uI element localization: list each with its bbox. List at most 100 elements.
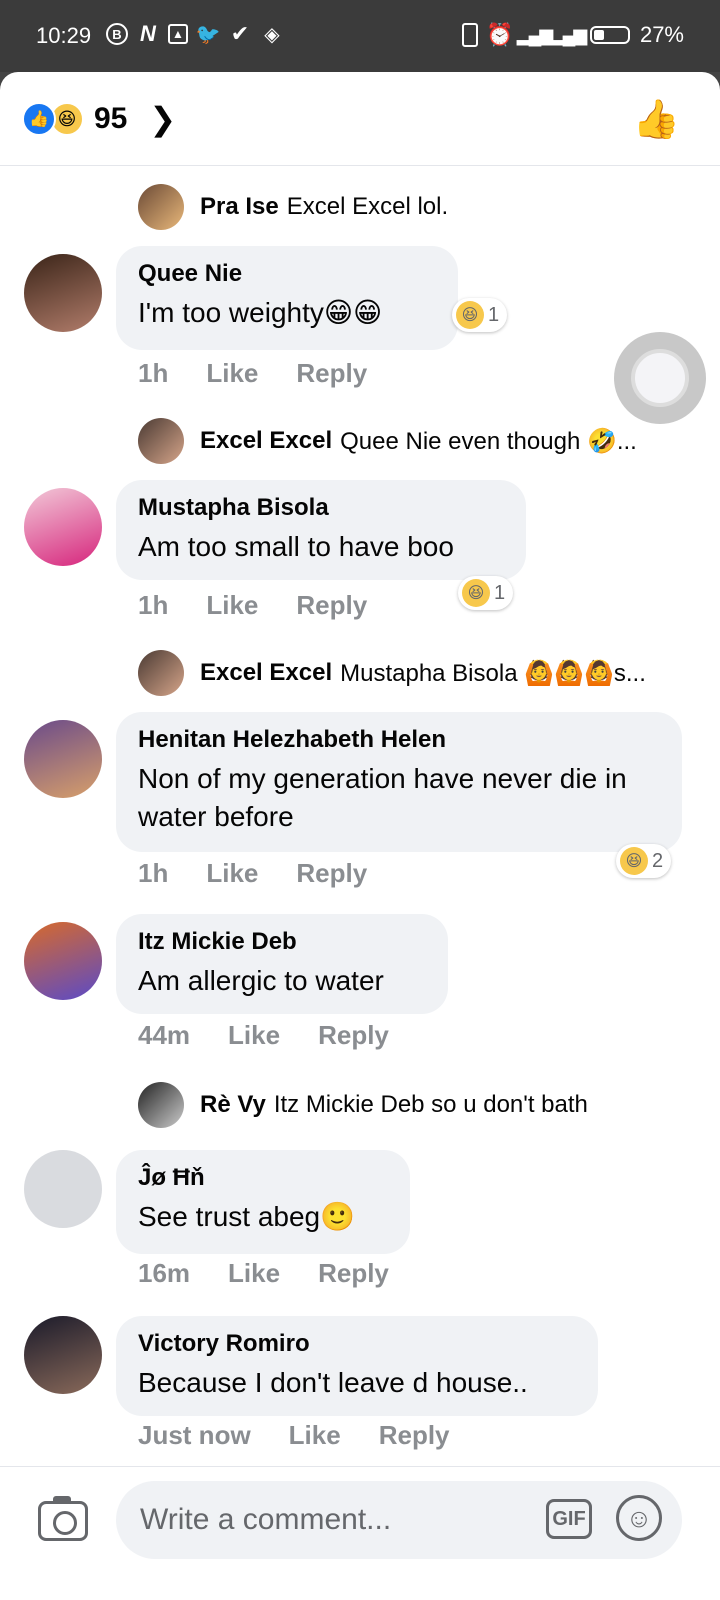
- reply-button[interactable]: Reply: [296, 590, 367, 621]
- avatar[interactable]: [24, 488, 102, 566]
- avatar: [138, 1082, 184, 1128]
- comment-actions: 1h Like Reply: [138, 858, 367, 889]
- avatar[interactable]: [24, 1316, 102, 1394]
- comment-time: Just now: [138, 1420, 251, 1450]
- like-button[interactable]: Like: [206, 358, 258, 389]
- system-icons: ⏰ ▂▄▆ ▂▄▆ 27%: [461, 22, 684, 48]
- reply-author: Rè Vy: [200, 1091, 266, 1118]
- alarm-icon: ⏰: [486, 22, 514, 47]
- comment-time: 44m: [138, 1020, 191, 1050]
- battery-percent: 27%: [639, 22, 684, 47]
- comment-author[interactable]: Itz Mickie Deb: [138, 928, 426, 956]
- avatar[interactable]: [24, 1150, 102, 1228]
- comment-time: 1h: [138, 858, 169, 888]
- reply-preview[interactable]: Rè Vy Itz Mickie Deb so u don't bath: [138, 1082, 698, 1128]
- haha-icon: 😆: [462, 579, 490, 607]
- image-icon: ▲: [168, 24, 188, 44]
- reply-author: Excel Excel: [200, 659, 333, 686]
- like-icon: 👍: [22, 102, 56, 136]
- reply-preview[interactable]: Excel Excel Mustapha Bisola 🙆🙆🙆s...: [138, 650, 698, 696]
- vibrate-icon: [461, 23, 478, 47]
- comment-bubble[interactable]: Mustapha Bisola Am too small to have boo: [116, 480, 526, 580]
- check-icon: ✔: [230, 21, 250, 46]
- comment-actions: 1h Like Reply: [138, 358, 367, 389]
- reply-text: Excel Excel lol.: [286, 193, 449, 220]
- comment-author[interactable]: Victory Romiro: [138, 1330, 576, 1358]
- floating-assistive-button[interactable]: [614, 332, 706, 424]
- comments-sheet: 👍 😆 95 ❯ 👍 Pra Ise Excel Excel lol. Quee…: [0, 72, 720, 1600]
- avatar: [138, 184, 184, 230]
- reaction-count: 2: [652, 849, 664, 872]
- reaction-count: 95: [94, 102, 128, 135]
- comment-actions: 1h Like Reply: [138, 590, 367, 621]
- camera-icon[interactable]: [38, 1496, 88, 1541]
- comment-reactions[interactable]: 😆 1: [458, 576, 514, 610]
- twitter-icon: 🐦: [195, 23, 221, 46]
- comment-time: 16m: [138, 1258, 191, 1288]
- clock: 10:29: [36, 23, 92, 48]
- reply-preview[interactable]: Excel Excel Quee Nie even though 🤣...: [138, 418, 698, 464]
- signal-icon: ▂▄▆: [516, 24, 553, 45]
- layers-icon: ◈: [264, 23, 280, 46]
- like-button[interactable]: Like: [289, 1420, 341, 1451]
- reply-button[interactable]: Reply: [296, 858, 367, 889]
- comment-text: Because I don't leave d house..: [138, 1367, 528, 1398]
- reply-button[interactable]: Reply: [318, 1020, 389, 1051]
- like-button[interactable]: Like: [206, 590, 258, 621]
- avatar: [138, 418, 184, 464]
- comment-actions: 16m Like Reply: [138, 1258, 389, 1289]
- comment-bubble[interactable]: Henitan Helezhabeth Helen Non of my gene…: [116, 712, 682, 852]
- avatar[interactable]: [24, 254, 102, 332]
- n-icon: N: [140, 21, 156, 46]
- like-button[interactable]: Like: [206, 858, 258, 889]
- reply-author: Pra Ise: [200, 193, 279, 220]
- comment-actions: Just now Like Reply: [138, 1420, 450, 1451]
- gif-button[interactable]: GIF: [546, 1499, 592, 1539]
- avatar[interactable]: [24, 720, 102, 798]
- comment-bubble[interactable]: Itz Mickie Deb Am allergic to water: [116, 914, 448, 1014]
- assistive-touch-icon: [631, 349, 689, 407]
- reply-author: Excel Excel: [200, 427, 333, 454]
- reactions-summary[interactable]: 👍 😆 95 ❯: [22, 100, 176, 138]
- like-post-button[interactable]: 👍: [633, 98, 680, 142]
- haha-icon: 😆: [620, 847, 648, 875]
- comment-bubble[interactable]: Ĵø Ħň See trust abeg🙂: [116, 1150, 410, 1254]
- emoji-icon[interactable]: ☺: [616, 1495, 662, 1541]
- comment-bubble[interactable]: Victory Romiro Because I don't leave d h…: [116, 1316, 598, 1416]
- comment-bubble[interactable]: Quee Nie I'm too weighty😁😁: [116, 246, 458, 350]
- comment-author[interactable]: Henitan Helezhabeth Helen: [138, 726, 660, 754]
- comment-text: Non of my generation have never die in w…: [138, 763, 627, 832]
- comment-time: 1h: [138, 358, 169, 388]
- comment-input-wrapper: GIF ☺: [116, 1481, 682, 1559]
- comment-text: Am allergic to water: [138, 965, 384, 996]
- comment-composer: GIF ☺: [0, 1466, 720, 1600]
- comment-author[interactable]: Mustapha Bisola: [138, 494, 504, 522]
- signal-2-icon: ▂▄▆: [550, 24, 587, 45]
- reaction-count: 1: [494, 581, 506, 604]
- reply-text: Quee Nie even though 🤣...: [340, 427, 637, 455]
- comment-input[interactable]: [138, 1495, 522, 1545]
- reply-button[interactable]: Reply: [296, 358, 367, 389]
- b-circle-icon: B: [106, 23, 128, 45]
- reply-button[interactable]: Reply: [318, 1258, 389, 1289]
- comment-author[interactable]: Quee Nie: [138, 260, 436, 288]
- notification-icons: B N ▲ 🐦 ✔ ◈: [106, 21, 284, 46]
- reply-text: Mustapha Bisola 🙆🙆🙆s...: [340, 659, 646, 687]
- haha-icon: 😆: [456, 301, 484, 329]
- like-button[interactable]: Like: [228, 1020, 280, 1051]
- reply-preview[interactable]: Pra Ise Excel Excel lol.: [138, 184, 698, 230]
- comment-actions: 44m Like Reply: [138, 1020, 389, 1051]
- comment-text: I'm too weighty😁😁: [138, 297, 383, 328]
- avatar: [138, 650, 184, 696]
- status-bar: 10:29 B N ▲ 🐦 ✔ ◈ ⏰ ▂▄▆ ▂▄▆ 27%: [0, 0, 720, 72]
- chevron-right-icon: ❯: [149, 101, 177, 137]
- comment-text: See trust abeg🙂: [138, 1201, 355, 1232]
- avatar[interactable]: [24, 922, 102, 1000]
- comment-time: 1h: [138, 590, 169, 620]
- comment-author[interactable]: Ĵø Ħň: [138, 1164, 388, 1192]
- comment-reactions[interactable]: 😆 2: [616, 844, 672, 878]
- comment-reactions[interactable]: 😆 1: [452, 298, 508, 332]
- reply-button[interactable]: Reply: [379, 1420, 450, 1451]
- reply-text: Itz Mickie Deb so u don't bath: [273, 1091, 588, 1118]
- like-button[interactable]: Like: [228, 1258, 280, 1289]
